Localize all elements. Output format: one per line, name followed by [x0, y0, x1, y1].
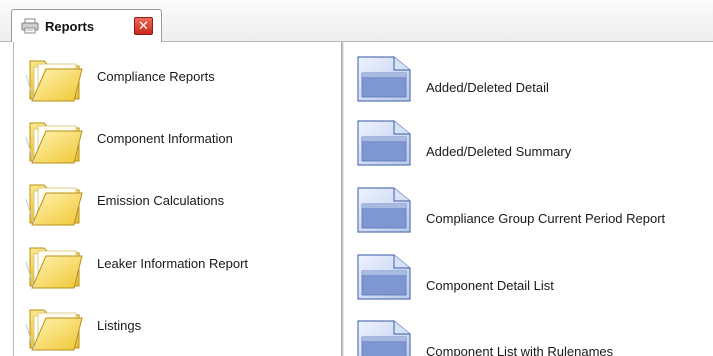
- printer-icon: [21, 18, 39, 34]
- category-compliance-reports[interactable]: Compliance Reports: [24, 51, 334, 103]
- report-added-deleted-detail[interactable]: Added/Deleted Detail: [356, 56, 713, 108]
- folder-icon: [24, 179, 90, 227]
- report-document-icon: [356, 56, 412, 102]
- report-category-list: Compliance Reports Component Information…: [13, 42, 341, 356]
- report-label: Compliance Group Current Period Report: [426, 211, 666, 226]
- report-document-icon: [356, 254, 412, 300]
- category-label: Listings: [97, 318, 142, 333]
- close-icon[interactable]: ✕: [134, 17, 153, 35]
- category-label: Leaker Information Report: [97, 256, 249, 271]
- report-component-detail-list[interactable]: Component Detail List: [356, 254, 713, 306]
- tab-label: Reports: [45, 19, 95, 34]
- category-listings[interactable]: Listings: [24, 300, 334, 352]
- report-document-icon: [356, 320, 412, 356]
- tab-strip: Reports ✕: [0, 0, 713, 42]
- report-label: Component List with Rulenames: [426, 344, 614, 356]
- folder-icon: [24, 117, 90, 165]
- report-label: Component Detail List: [426, 278, 554, 293]
- folder-icon: [24, 242, 90, 290]
- category-label: Compliance Reports: [97, 69, 215, 84]
- report-list: Added/Deleted Detail Added/Deleted Summa…: [344, 42, 713, 356]
- folder-icon: [24, 55, 90, 103]
- tab-reports[interactable]: Reports ✕: [11, 9, 162, 42]
- report-added-deleted-summary[interactable]: Added/Deleted Summary: [356, 120, 713, 172]
- category-emission-calculations[interactable]: Emission Calculations: [24, 175, 334, 227]
- report-compliance-group-current-period[interactable]: Compliance Group Current Period Report: [356, 187, 713, 239]
- category-label: Component Information: [97, 131, 233, 146]
- folder-icon: [24, 304, 90, 352]
- report-document-icon: [356, 120, 412, 166]
- category-leaker-information-report[interactable]: Leaker Information Report: [24, 238, 334, 290]
- report-component-list-with-rulenames[interactable]: Component List with Rulenames: [356, 320, 713, 356]
- report-document-icon: [356, 187, 412, 233]
- report-label: Added/Deleted Summary: [426, 144, 572, 159]
- report-label: Added/Deleted Detail: [426, 80, 549, 95]
- category-component-information[interactable]: Component Information: [24, 113, 334, 165]
- category-label: Emission Calculations: [97, 193, 225, 208]
